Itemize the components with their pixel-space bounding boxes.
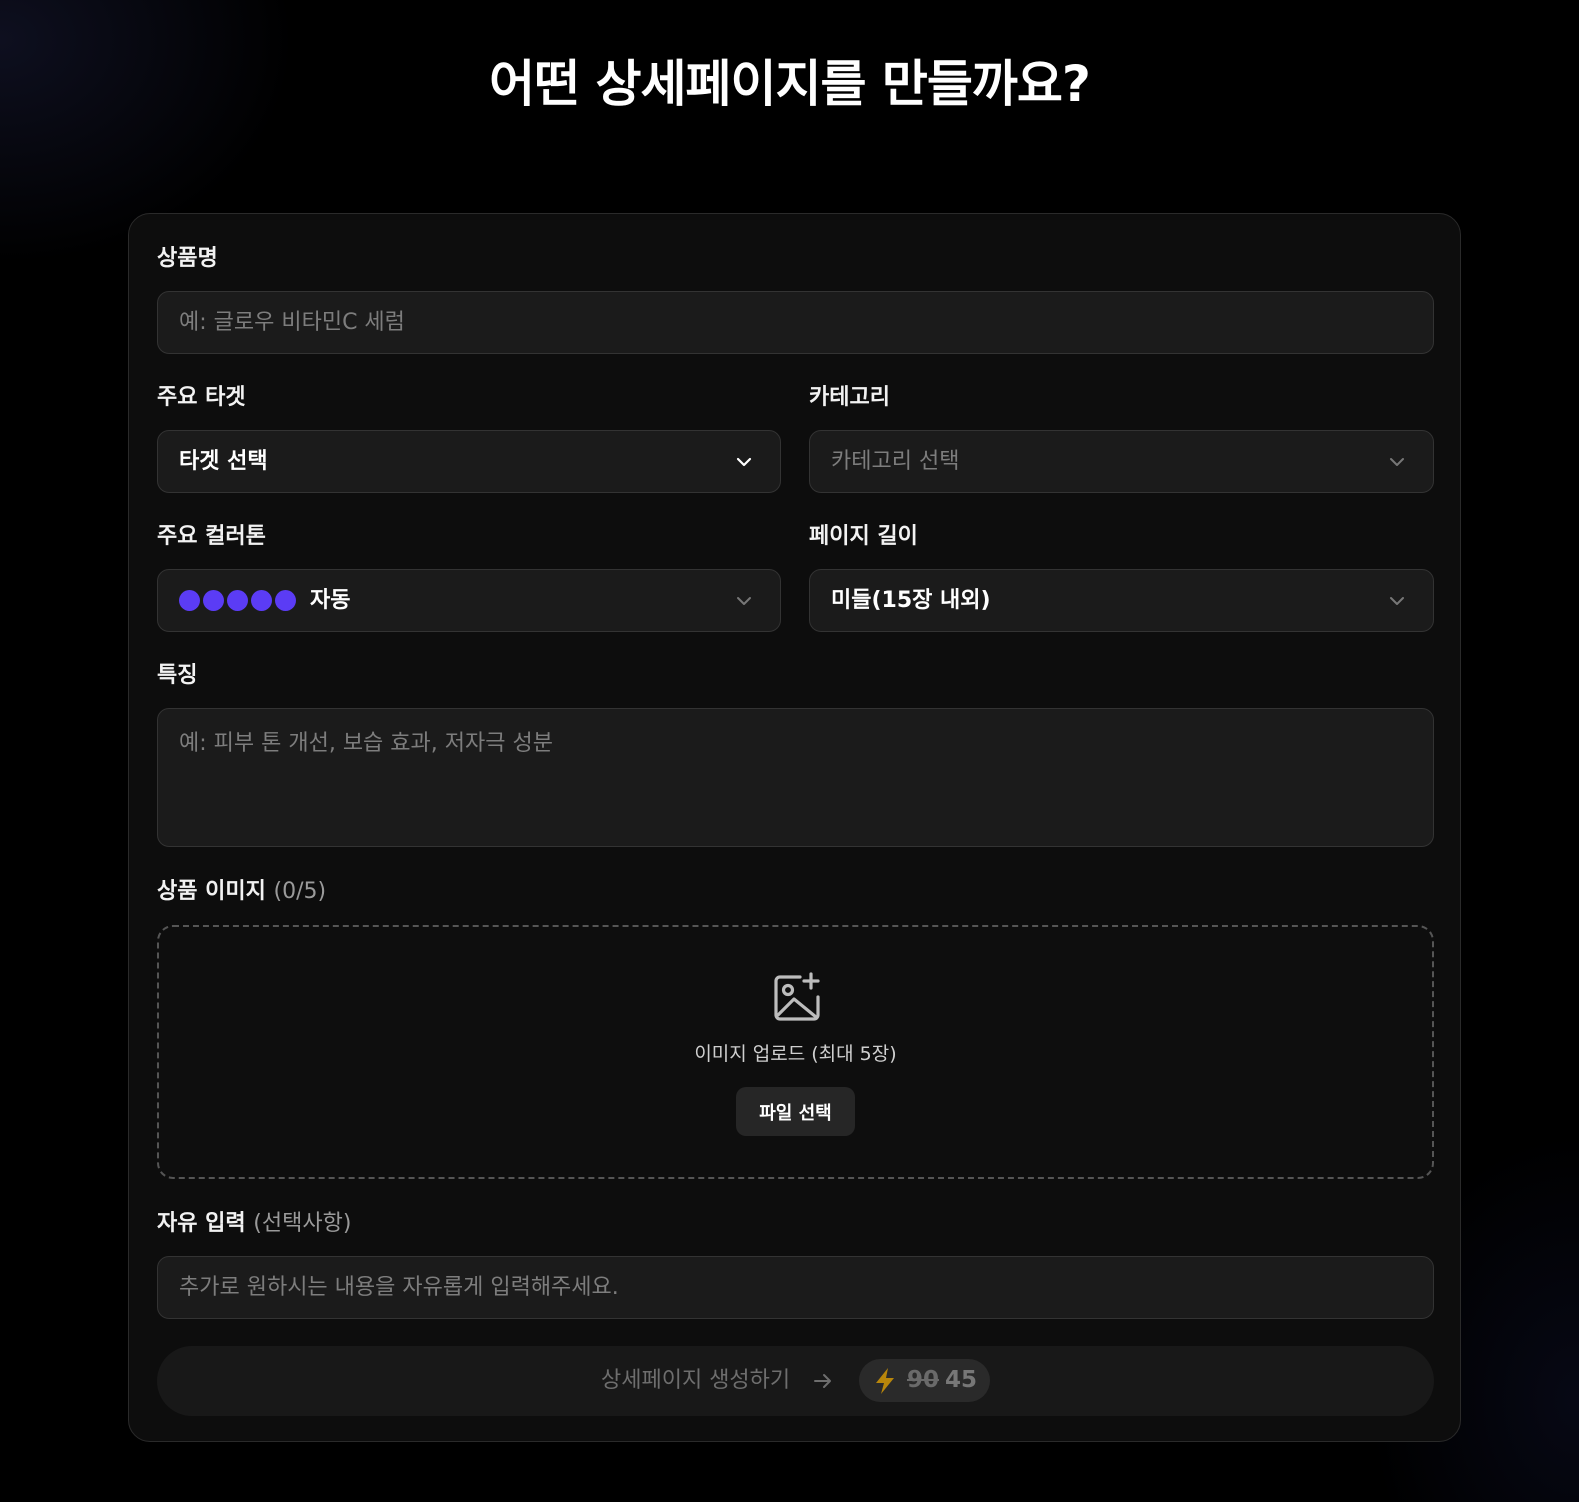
arrow-right-icon — [814, 1374, 831, 1388]
category-label: 카테고리 — [809, 385, 890, 410]
color-tone-label: 주요 컬러톤 — [157, 524, 266, 549]
color-swatch — [251, 590, 272, 611]
color-swatches — [179, 590, 296, 612]
features-textarea[interactable] — [158, 709, 1433, 846]
product-name-input[interactable] — [158, 292, 1433, 353]
product-name-field — [157, 291, 1434, 354]
target-selected-value: 타겟 선택 — [179, 449, 268, 474]
color-tone-selected-value: 자동 — [310, 588, 351, 613]
product-images-label-text: 상품 이미지 — [157, 879, 266, 904]
page-length-selected-value: 미들(15장 내외) — [831, 588, 991, 613]
image-upload-dropzone[interactable]: 이미지 업로드 (최대 5장) 파일 선택 — [157, 925, 1434, 1179]
chevron-down-icon — [1390, 597, 1404, 605]
page-length-select[interactable]: 미들(15장 내외) — [809, 569, 1434, 632]
chevron-down-icon — [737, 597, 751, 605]
chevron-down-icon — [1390, 458, 1404, 466]
page-title: 어떤 상세페이지를 만들까요? — [489, 55, 1091, 113]
free-input-label: 자유 입력 (선택사항) — [157, 1209, 351, 1239]
product-name-label: 상품명 — [157, 246, 218, 271]
upload-instructions: 이미지 업로드 (최대 5장) — [694, 1043, 897, 1065]
free-input-label-text: 자유 입력 — [157, 1211, 246, 1236]
credit-cost-badge: 90 45 — [859, 1359, 990, 1402]
target-select[interactable]: 타겟 선택 — [157, 430, 781, 493]
form-card: 상품명 주요 타겟 타겟 선택 카테고리 카테고리 선택 주요 컬러톤 — [128, 213, 1461, 1442]
free-input[interactable] — [158, 1257, 1433, 1318]
page-length-label: 페이지 길이 — [809, 524, 918, 549]
free-input-field — [157, 1256, 1434, 1319]
category-selected-value: 카테고리 선택 — [831, 449, 960, 474]
discounted-credit-cost: 45 — [945, 1367, 978, 1393]
lightning-bolt-icon — [876, 1368, 894, 1394]
features-field — [157, 708, 1434, 847]
color-tone-select[interactable]: 자동 — [157, 569, 781, 632]
color-swatch — [203, 590, 224, 611]
free-input-optional-note: (선택사항) — [253, 1211, 352, 1236]
file-select-button[interactable]: 파일 선택 — [736, 1087, 855, 1136]
color-swatch — [227, 590, 248, 611]
generate-page-button[interactable]: 상세페이지 생성하기 90 45 — [157, 1346, 1434, 1416]
chevron-down-icon — [736, 457, 752, 467]
product-images-label: 상품 이미지 (0/5) — [157, 877, 326, 907]
generate-page-label: 상세페이지 생성하기 — [601, 1368, 791, 1393]
original-credit-cost: 90 — [907, 1367, 940, 1393]
color-swatch — [179, 590, 200, 611]
page: 어떤 상세페이지를 만들까요? 상품명 주요 타겟 타겟 선택 카테고리 카테고… — [0, 0, 1579, 1502]
target-label: 주요 타겟 — [157, 385, 246, 410]
product-images-count: (0/5) — [273, 879, 327, 904]
features-label: 특징 — [157, 663, 198, 688]
color-swatch — [275, 590, 296, 611]
category-select[interactable]: 카테고리 선택 — [809, 430, 1434, 493]
image-add-icon — [774, 972, 820, 1021]
